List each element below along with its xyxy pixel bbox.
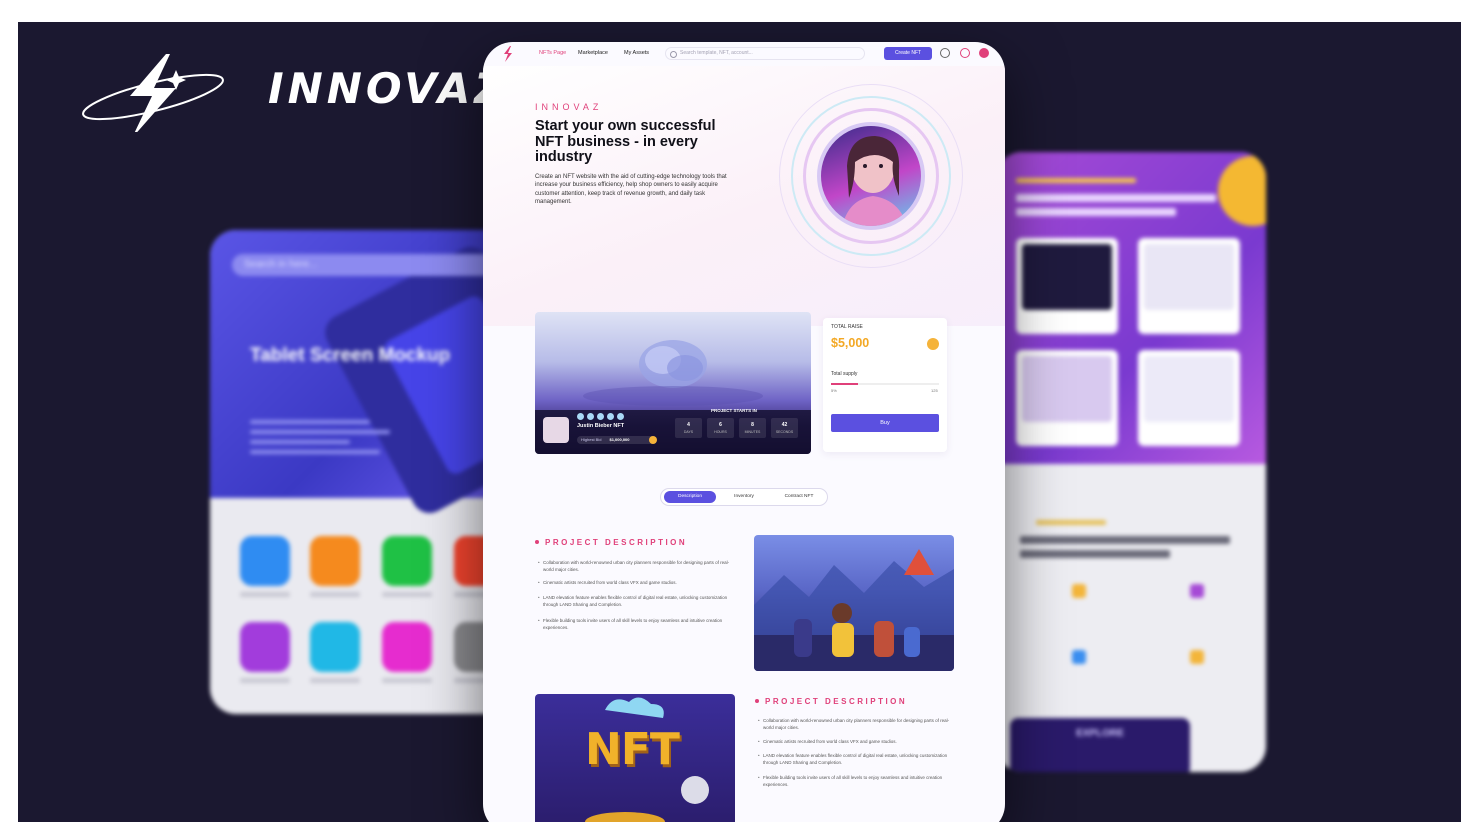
project-description-title-2: PROJECT DESCRIPTION [754,697,908,706]
coin-icon [649,436,657,444]
functionality-title [1020,536,1230,544]
app-label [310,592,360,597]
supply-to: 125 [931,388,938,393]
app-label [240,678,290,683]
raise-label: TOTAL RAISE [831,324,863,330]
feature-icon [1190,584,1204,598]
hero-avatar [779,84,963,268]
project-description-title: PROJECT DESCRIPTION [534,538,688,547]
app-label [310,678,360,683]
countdown-minutes: 8 MINUTES [739,418,766,438]
tablet-mockup-left: Search in here... Tablet Screen Mockup [210,230,510,714]
template-card [1138,350,1240,446]
create-nft-button[interactable]: Create NFT [884,47,932,60]
search-placeholder: Search template, NFT, account... [680,50,753,56]
countdown-hours: 6 HOURS [707,418,734,438]
mockup-template-section [996,152,1266,464]
tab-description[interactable]: Description [664,491,716,503]
highest-bid: Highest Bid $1,000,000 [577,436,655,444]
template-headline-2 [1016,208,1176,216]
countdown-days: 4 DAYS [675,418,702,438]
supply-progress [831,383,939,385]
project-bullet: LAND elevation feature enables flexible … [538,595,737,608]
supply-from: 5% [831,388,837,393]
project-bullet: Collaboration with world-renowned urban … [758,718,953,731]
app-icon [382,622,432,672]
app-icon [382,536,432,586]
app-label [382,592,432,597]
search-icon [670,51,677,58]
creator-name: Justin Bieber NFT [577,423,625,429]
nav-link-marketplace[interactable]: Marketplace [578,50,608,56]
nft-website-mockup: NFTs Page Marketplace My Assets Search t… [483,42,1005,822]
brand-mark-icon [82,54,224,132]
project-bullet: Flexible building tools invite users of … [758,775,953,788]
mockup-text-lines [250,420,390,460]
supply-label: Total supply [831,371,858,377]
template-eyebrow [1016,178,1136,183]
search-input[interactable]: Search template, NFT, account... [665,47,865,60]
template-card [1016,350,1118,446]
template-card [1016,238,1118,334]
app-icon [240,622,290,672]
mockup-hero: Search in here... Tablet Screen Mockup [210,230,510,520]
supply-progress-fill [831,383,858,385]
feature-icon [1190,650,1204,664]
nft-card[interactable]: Justin Bieber NFT Highest Bid $1,000,000 … [535,312,811,454]
top-nav: NFTs Page Marketplace My Assets Search t… [483,42,1005,66]
coin-icon [1218,156,1266,226]
notification-icon[interactable] [960,48,970,58]
brand-logo: INNOVAZ [78,52,505,132]
total-raise-card: TOTAL RAISE $5,000 Total supply 5% 125 B… [823,318,947,452]
project-bullet: Collaboration with world-renowned urban … [538,560,737,573]
nft-3d-image: NFT [535,694,735,822]
feature-icon [1072,650,1086,664]
tab-contract-nft[interactable]: Contract NFT [772,491,826,503]
nav-link-assets[interactable]: My Assets [624,50,649,56]
buy-button[interactable]: Buy [831,414,939,432]
project-bullet: Cinematic artists recruited from world c… [758,739,953,746]
app-label [382,678,432,683]
creator-badges [577,413,624,420]
feature-icon [1072,584,1086,598]
app-icon [310,536,360,586]
site-logo-icon[interactable] [499,46,517,62]
scene-illustration [754,549,954,671]
app-label [240,592,290,597]
functionality-eyebrow [1036,520,1106,525]
app-icon [310,622,360,672]
nft-3d-text: NFT [585,724,680,775]
presentation-stage: INNOVAZ Search in here... Tablet Screen … [18,22,1461,822]
metaverse-scene-image [754,535,954,671]
app-icon [240,536,290,586]
template-headline [1016,194,1216,202]
project-bullet: LAND elevation feature enables flexible … [758,753,953,766]
raise-amount: $5,000 [831,336,870,350]
countdown-seconds: 42 SECONDS [771,418,798,438]
template-card [1138,238,1240,334]
hero-title: Start your own successful NFT business -… [535,118,716,165]
mockup-title: Tablet Screen Mockup [250,345,451,366]
project-bullet: Cinematic artists recruited from world c… [538,580,737,587]
starts-label: PROJECT STARTS IN [711,408,757,413]
avatar [817,122,925,230]
project-bullet: Flexible building tools invite users of … [538,618,737,631]
mockup-search-input: Search in here... [232,254,502,276]
explore-button: EXPLORE [1010,718,1190,772]
website-mockup-right: EXPLORE [996,152,1266,772]
hero-description: Create an NFT website with the aid of cu… [535,174,727,205]
user-icon[interactable] [940,48,950,58]
hero-eyebrow: INNOVAZ [535,102,603,112]
language-flag-icon[interactable] [979,48,989,58]
description-tabs: Description Inventory Contract NFT [660,488,828,506]
tab-inventory[interactable]: Inventory [719,491,769,503]
functionality-title-2 [1020,550,1170,558]
brand-name: INNOVAZ [268,64,509,113]
creator-avatar [543,417,569,443]
nav-link-nfts[interactable]: NFTs Page [539,50,566,56]
coin-icon [927,338,939,350]
